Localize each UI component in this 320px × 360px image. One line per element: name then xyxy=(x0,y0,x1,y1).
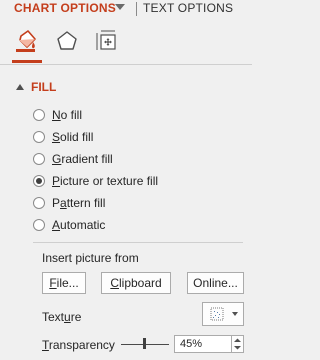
radio-button[interactable] xyxy=(33,219,45,231)
effects-icon[interactable] xyxy=(54,28,80,54)
section-divider xyxy=(33,242,243,243)
radio-no-fill[interactable]: No fill xyxy=(33,106,82,124)
header-divider xyxy=(0,64,252,65)
radio-label: Automatic xyxy=(52,218,106,232)
radio-label: Picture or texture fill xyxy=(52,174,159,188)
fill-line-icon[interactable] xyxy=(13,28,39,54)
radio-label: No fill xyxy=(52,108,83,122)
transparency-input[interactable]: 45% xyxy=(174,335,232,353)
clipboard-button[interactable]: Clipboard xyxy=(101,272,171,294)
size-properties-icon[interactable] xyxy=(94,28,120,54)
radio-pattern-fill[interactable]: Pattern fill xyxy=(33,194,105,212)
transparency-spinner[interactable] xyxy=(232,335,244,353)
transparency-label: Transparency xyxy=(42,338,115,352)
text-options-tab[interactable]: TEXT OPTIONS xyxy=(143,1,233,15)
radio-label: Solid fill xyxy=(52,130,94,144)
radio-button[interactable] xyxy=(33,131,45,143)
fill-section-title[interactable]: FILL xyxy=(31,80,56,94)
radio-button[interactable] xyxy=(33,109,45,121)
online-button[interactable]: Online... xyxy=(187,272,244,294)
radio-button-selected[interactable] xyxy=(33,175,45,187)
tab-divider xyxy=(136,2,137,16)
file-button[interactable]: File... xyxy=(42,272,86,294)
chevron-down-icon[interactable] xyxy=(115,4,125,10)
texture-dropdown[interactable] xyxy=(202,302,244,326)
radio-button[interactable] xyxy=(33,153,45,165)
radio-label: Gradient fill xyxy=(52,152,113,166)
chart-options-tab[interactable]: CHART OPTIONS xyxy=(14,1,116,15)
radio-picture-texture-fill[interactable]: Picture or texture fill xyxy=(33,172,158,190)
radio-automatic[interactable]: Automatic xyxy=(33,216,105,234)
insert-picture-label: Insert picture from xyxy=(42,251,139,265)
transparency-slider-thumb[interactable] xyxy=(143,338,146,349)
active-tab-indicator xyxy=(12,60,42,63)
texture-label: Texture xyxy=(42,310,82,324)
collapse-caret-icon[interactable] xyxy=(16,84,24,90)
radio-button[interactable] xyxy=(33,197,45,209)
radio-solid-fill[interactable]: Solid fill xyxy=(33,128,93,146)
radio-gradient-fill[interactable]: Gradient fill xyxy=(33,150,113,168)
radio-label: Pattern fill xyxy=(52,196,106,210)
texture-swatch-icon xyxy=(210,307,238,321)
